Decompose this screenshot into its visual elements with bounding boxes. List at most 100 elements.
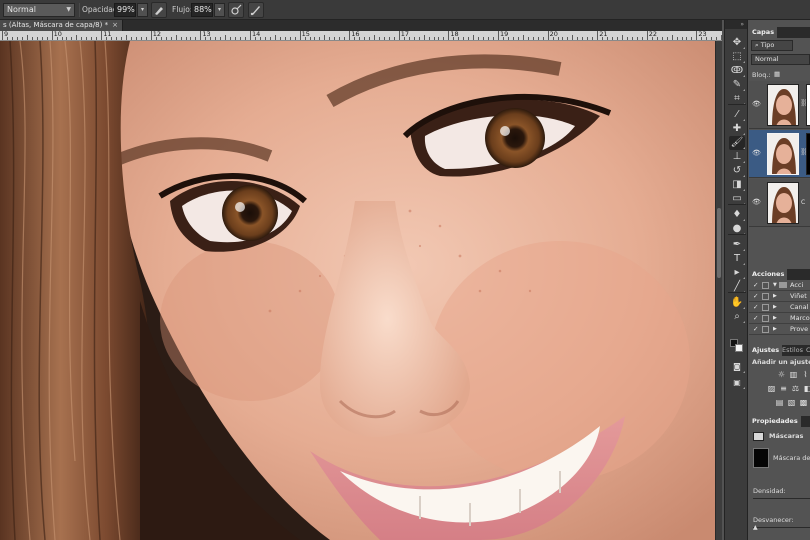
ruler-minor-tick	[443, 37, 445, 40]
opacity-slider-toggle[interactable]: ▾	[137, 3, 148, 17]
zoom-tool[interactable]: ⌕	[729, 310, 745, 324]
check-icon[interactable]: ✓	[753, 291, 758, 302]
lasso-tool[interactable]: ↂ	[729, 64, 745, 78]
background-color-swatch[interactable]	[735, 344, 743, 352]
vibrance-icon[interactable]: ▨	[767, 384, 776, 393]
posterize-icon[interactable]: ▧	[787, 398, 796, 407]
ruler-minor-tick	[711, 37, 713, 40]
feather-slider-handle[interactable]: ▲	[753, 524, 758, 531]
dialog-toggle-box[interactable]	[762, 315, 769, 322]
stamp-tool[interactable]: ⊥	[729, 150, 745, 164]
action-item[interactable]: ✓ ▶ Canal	[749, 302, 810, 313]
move-tool[interactable]: ✥	[729, 36, 745, 50]
tab-actions[interactable]: Acciones	[749, 269, 788, 280]
vertical-scrollbar[interactable]	[715, 41, 722, 540]
quick-select-tool[interactable]: ✎	[729, 78, 745, 92]
ruler-minor-tick	[512, 37, 514, 40]
pen-tool[interactable]: ✒	[729, 238, 745, 252]
ruler-minor-tick	[279, 37, 281, 40]
dialog-toggle-box[interactable]	[762, 326, 769, 333]
ruler-major-tick	[498, 31, 499, 40]
type-tool[interactable]: T	[729, 252, 745, 266]
ruler-minor-tick	[602, 37, 604, 40]
ruler-minor-tick	[185, 37, 187, 40]
chevron-right-icon[interactable]: ▶	[773, 302, 777, 313]
eye-icon[interactable]: 👁	[752, 198, 761, 206]
close-icon[interactable]: ×	[112, 21, 118, 29]
eraser-tool[interactable]: ◨	[729, 178, 745, 192]
dialog-toggle-box[interactable]	[762, 282, 769, 289]
layer-row[interactable]: 👁 ⛓	[749, 81, 810, 129]
dialog-toggle-box[interactable]	[762, 304, 769, 311]
mask-thumbnail[interactable]	[753, 448, 769, 468]
invert-icon[interactable]: ▤	[775, 398, 784, 407]
history-brush-tool[interactable]: ↺	[729, 164, 745, 178]
ruler-minor-tick	[418, 37, 420, 40]
flow-input[interactable]: 88%	[191, 3, 213, 17]
hand-tool[interactable]: ✋	[729, 296, 745, 310]
eye-icon[interactable]: 👁	[752, 149, 761, 157]
bw-icon[interactable]: ◧	[803, 384, 810, 393]
hue-sat-icon[interactable]: ≡	[779, 384, 788, 393]
chevron-right-icon[interactable]: ▶	[773, 313, 777, 324]
ruler-minor-tick	[453, 37, 455, 40]
feather-slider[interactable]	[753, 527, 810, 528]
eye-icon[interactable]: 👁	[752, 100, 761, 108]
eyedropper-tool[interactable]: ⁄	[729, 108, 745, 122]
screen-mode-button[interactable]: ▣	[729, 376, 745, 390]
check-icon[interactable]: ✓	[753, 324, 758, 335]
airbrush-button[interactable]	[228, 2, 244, 18]
scrollbar-thumb[interactable]	[717, 208, 721, 278]
action-item[interactable]: ✓ ▶ Marco	[749, 313, 810, 324]
pressure-size-button[interactable]	[248, 2, 264, 18]
quick-mask-button[interactable]: ◙	[729, 360, 745, 374]
path-select-tool[interactable]: ▸	[729, 266, 745, 280]
document-tab[interactable]: s (Altas, Máscara de capa/8) * ×	[0, 20, 123, 31]
curves-icon[interactable]: ⌇	[801, 370, 810, 379]
brush-tool[interactable]: 🖌	[729, 136, 745, 150]
expand-icon[interactable]: »	[725, 20, 747, 29]
ruler-major-tick	[200, 31, 202, 40]
tab-adjustments[interactable]: Ajustes	[749, 345, 783, 356]
document-canvas[interactable]	[0, 41, 715, 540]
check-icon[interactable]: ✓	[753, 302, 758, 313]
mask-thumbnail[interactable]	[806, 133, 810, 175]
action-item[interactable]: ✓ ▶ Prove	[749, 324, 810, 335]
action-item[interactable]: ✓ ▶ Viñet	[749, 291, 810, 302]
dialog-toggle-box[interactable]	[762, 293, 769, 300]
mode-dropdown[interactable]: Normal ▼	[3, 3, 75, 17]
chevron-right-icon[interactable]: ▶	[773, 291, 777, 302]
layer-row[interactable]: 👁 C	[749, 179, 810, 227]
ruler-minor-tick	[145, 37, 147, 40]
opacity-input[interactable]: 99%	[114, 3, 136, 17]
tab-properties[interactable]: Propiedades	[749, 416, 801, 427]
tool-separator	[728, 292, 746, 293]
color-balance-icon[interactable]: ⚖	[791, 384, 800, 393]
levels-icon[interactable]: ▥	[789, 370, 798, 379]
action-item[interactable]: ✓ ▼ Acci	[749, 280, 810, 291]
flow-slider-toggle[interactable]: ▾	[214, 3, 225, 17]
layer-row[interactable]: 👁 ⛓	[749, 130, 810, 178]
pressure-opacity-button[interactable]	[151, 2, 167, 18]
marquee-tool[interactable]: ⬚	[729, 50, 745, 64]
threshold-icon[interactable]: ▩	[799, 398, 808, 407]
ruler-minor-tick	[235, 37, 237, 40]
healing-tool[interactable]: ✚	[729, 122, 745, 136]
lock-transparency-icon[interactable]: ▦	[774, 70, 780, 78]
chevron-right-icon[interactable]: ▶	[773, 324, 777, 335]
ruler-minor-tick	[557, 37, 559, 40]
check-icon[interactable]: ✓	[753, 313, 758, 324]
ruler-minor-tick	[433, 37, 435, 40]
mask-thumbnail[interactable]	[806, 84, 810, 126]
tab-styles[interactable]: Estilos	[779, 345, 806, 356]
density-slider[interactable]	[753, 498, 810, 499]
layer-filter-dropdown[interactable]: ⌕ Tipo	[751, 40, 793, 51]
blend-mode-dropdown[interactable]: Normal	[751, 54, 810, 65]
brightness-icon[interactable]: ☼	[777, 370, 786, 379]
tab-layers[interactable]: Capas	[749, 27, 778, 38]
tab-more[interactable]: C	[803, 345, 810, 356]
chevron-down-icon[interactable]: ▼	[773, 280, 777, 291]
check-icon[interactable]: ✓	[753, 280, 758, 291]
blur-tool[interactable]: ♦	[729, 208, 745, 222]
ruler-major-tick	[547, 31, 549, 40]
